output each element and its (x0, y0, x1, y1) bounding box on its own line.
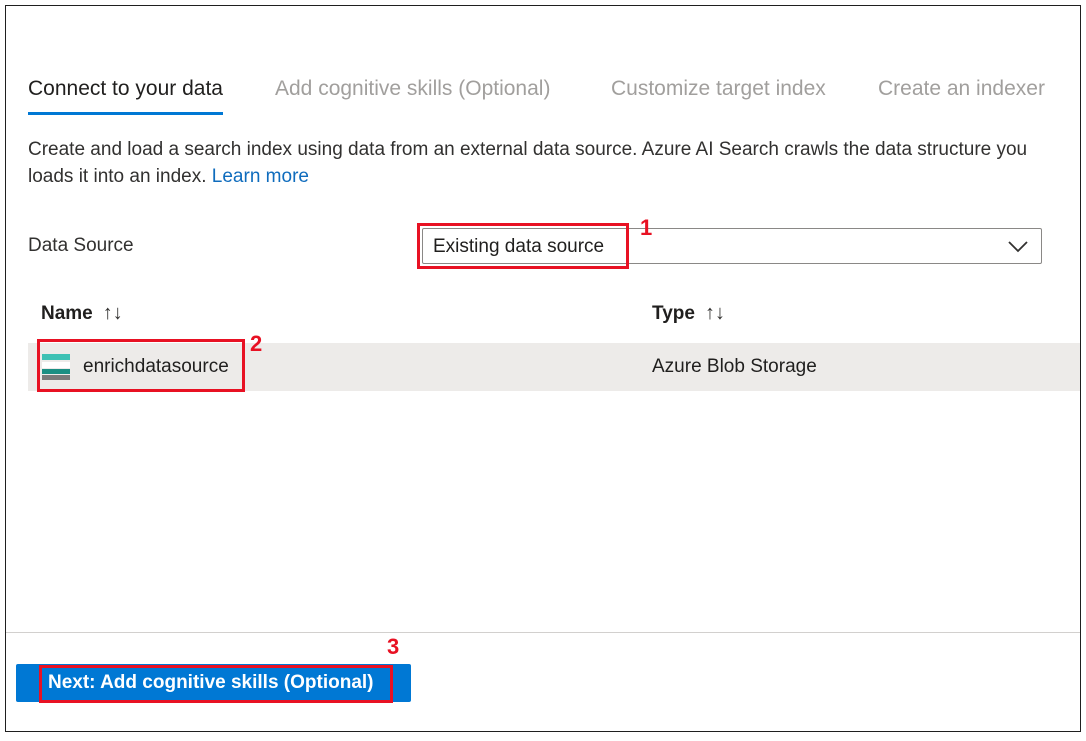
annotation-number-2: 2 (250, 331, 263, 356)
annotation-number-1: 1 (640, 215, 653, 240)
data-source-label: Data Source (28, 235, 134, 256)
tab-create-an-indexer[interactable]: Create an indexer (878, 76, 1045, 102)
column-header-type-label: Type (652, 302, 695, 324)
next-button-label: Next: Add cognitive skills (Optional) (48, 672, 374, 693)
description-line-2-text: loads it into an index. (28, 166, 207, 187)
data-source-selected-value: Existing data source (433, 236, 605, 257)
data-source-dropdown[interactable]: Existing data source (422, 228, 1042, 264)
chevron-down-icon (1008, 241, 1028, 253)
column-header-name-label: Name (41, 302, 93, 324)
tab-customize-target-index[interactable]: Customize target index (611, 76, 826, 102)
sort-icon: ↑↓ (704, 302, 725, 324)
learn-more-link[interactable]: Learn more (212, 166, 309, 187)
row-name: enrichdatasource (83, 356, 229, 377)
description-line-1: Create and load a search index using dat… (28, 139, 1028, 160)
next-add-cognitive-skills-button[interactable]: Next: Add cognitive skills (Optional) (16, 664, 411, 702)
row-type: Azure Blob Storage (652, 356, 817, 377)
column-header-name[interactable]: Name ↑↓ (41, 302, 123, 325)
description-line-2: loads it into an index. Learn more (28, 163, 1080, 190)
wizard-panel: Connect to your data Add cognitive skill… (5, 5, 1081, 732)
page-description: Create and load a search index using dat… (28, 136, 1080, 190)
tab-connect-to-your-data[interactable]: Connect to your data (28, 76, 223, 115)
table-row[interactable]: enrichdatasource Azure Blob Storage (28, 343, 1080, 391)
storage-icon (42, 354, 70, 380)
tab-add-cognitive-skills[interactable]: Add cognitive skills (Optional) (275, 76, 550, 102)
column-header-type[interactable]: Type ↑↓ (652, 302, 725, 325)
footer-divider (6, 632, 1080, 633)
sort-icon: ↑↓ (102, 302, 123, 324)
annotation-number-3: 3 (387, 634, 400, 659)
